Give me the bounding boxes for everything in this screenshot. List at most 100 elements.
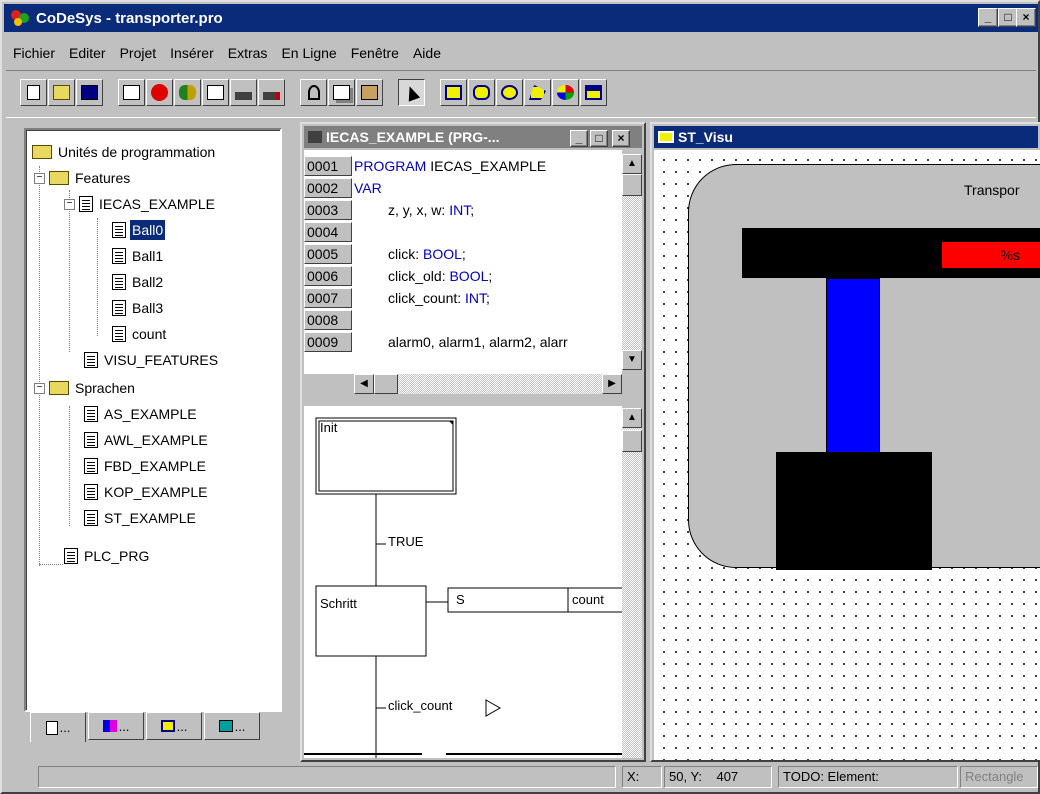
editor-window[interactable]: IECAS_EXAMPLE (PRG-... _ □ × 0001 PROGRA… [300,122,646,762]
project-tree[interactable]: Unités de programmation − Features − IEC… [24,128,282,712]
scroll-thumb[interactable] [622,430,642,452]
restore-button[interactable]: □ [998,8,1018,27]
code-line[interactable]: click_old: BOOL; [388,266,492,286]
tree-item-iecas-example[interactable]: − IECAS_EXAMPLE [64,194,217,214]
tree-item-awl-example[interactable]: AWL_EXAMPLE [84,430,210,450]
visualization-tool-button[interactable] [580,79,607,106]
compile-button[interactable] [118,79,145,106]
tab-pous[interactable]: ... [30,712,86,742]
ellipse-tool-button[interactable] [496,79,523,106]
menu-en-ligne[interactable]: En Ligne [274,42,343,64]
menu-fichier[interactable]: Fichier [6,42,62,64]
tree-item-visu-features[interactable]: VISU_FEATURES [84,350,220,370]
run-button[interactable] [174,79,201,106]
paste-button[interactable] [356,79,383,106]
scroll-down-button[interactable]: ▼ [622,350,642,370]
code-line[interactable]: click: BOOL; [388,244,466,264]
menu-extras[interactable]: Extras [221,42,275,64]
code-line[interactable]: z, y, x, w: INT; [388,200,474,220]
code-line[interactable]: VAR [354,178,382,198]
stop-button[interactable] [146,79,173,106]
tree-item-count[interactable]: count [112,324,168,344]
code-line[interactable]: click_count: INT; [388,288,490,308]
scroll-up-button[interactable]: ▲ [622,154,642,174]
tree-item-ball3[interactable]: Ball3 [112,298,165,318]
pointer-button[interactable] [398,79,425,106]
minimize-button[interactable]: _ [978,8,998,27]
tree-root[interactable]: Unités de programmation [32,142,217,162]
tree-item-st-example[interactable]: ST_EXAMPLE [84,508,198,528]
visualization-canvas[interactable]: Transpor %s [654,150,1040,760]
title-bar[interactable]: CoDeSys - transporter.pro _ □ × [4,4,1038,32]
scroll-left-button[interactable]: ◀ [354,374,374,394]
scroll-up-button[interactable]: ▲ [622,408,642,428]
sfc-diagram [304,417,622,758]
declaration-editor[interactable]: 0001 PROGRAM IECAS_EXAMPLE 0002 VAR 0003… [304,150,622,374]
tab-resources[interactable]: ... [204,712,260,740]
sfc-vertical-scrollbar[interactable]: ▲ [622,408,642,758]
tree-item-kop-example[interactable]: KOP_EXAMPLE [84,482,210,502]
tree-item-ball1[interactable]: Ball1 [112,246,165,266]
tree-item-ball2[interactable]: Ball2 [112,272,165,292]
editor-minimize-button[interactable]: _ [570,130,588,147]
declaration-vertical-scrollbar[interactable]: ▲ ▼ [622,154,642,370]
sfc-pou-icon [79,196,93,212]
tree-connector [69,406,70,526]
breakpoint-button[interactable] [230,79,257,106]
menu-aide[interactable]: Aide [406,42,448,64]
line-number: 0004 [304,222,352,242]
tree-item-ball0[interactable]: Ball0 [112,220,166,240]
sfc-pou-icon [84,406,98,422]
scroll-right-button[interactable]: ▶ [602,374,622,394]
new-icon [27,85,40,100]
keyword: BOOL [423,246,462,262]
transition-label-true: TRUE [388,534,424,549]
code-line[interactable]: alarm0, alarm1, alarm2, alarr [388,332,622,352]
declaration-horizontal-scrollbar[interactable]: ◀ ▶ [354,374,622,394]
login-button[interactable] [258,79,285,106]
collapse-icon[interactable]: − [64,198,75,210]
tree-folder-features[interactable]: − Features [34,168,132,188]
visualization-title-bar[interactable]: ST_Visu [654,126,1038,148]
polygon-tool-button[interactable] [524,79,551,106]
transporter-base-block[interactable] [776,452,932,570]
close-button[interactable]: × [1016,8,1036,27]
editor-close-button[interactable]: × [612,130,630,147]
tree-item-plc-prg[interactable]: PLC_PRG [64,546,151,566]
code-line[interactable]: PROGRAM IECAS_EXAMPLE [354,156,546,176]
sfc-editor[interactable]: Init TRUE Schritt S count click_count [304,406,622,758]
step-label-schritt: Schritt [320,596,357,611]
rectangle-tool-button[interactable] [440,79,467,106]
rectangle-icon [445,85,462,100]
alarm-display[interactable]: %s [942,242,1040,268]
rounded-rectangle-tool-button[interactable] [468,79,495,106]
collapse-icon[interactable]: − [34,172,45,184]
editor-maximize-button[interactable]: □ [590,130,608,147]
tree-connector [39,166,40,566]
menu-editer[interactable]: Editer [62,42,113,64]
open-button[interactable] [48,79,75,106]
line-number: 0007 [304,288,352,308]
menu-projet[interactable]: Projet [113,42,164,64]
save-button[interactable] [76,79,103,106]
action-qualifier-box[interactable] [447,587,569,613]
collapse-icon[interactable]: − [34,382,45,394]
new-button[interactable] [20,79,47,106]
transporter-lift-bar[interactable] [826,278,880,454]
tab-data-types[interactable]: ... [88,712,144,740]
run-icon [179,85,196,100]
scroll-thumb[interactable] [622,174,642,196]
cut-button[interactable] [300,79,327,106]
step-over-button[interactable] [202,79,229,106]
keyword: PROGRAM [354,158,427,174]
tab-visualizations[interactable]: ... [146,712,202,740]
copy-button[interactable] [328,79,355,106]
tree-item-fbd-example[interactable]: FBD_EXAMPLE [84,456,208,476]
visualization-window[interactable]: ST_Visu Transpor %s [650,122,1040,762]
tree-folder-sprachen[interactable]: − Sprachen [34,378,137,398]
menu-inserer[interactable]: Insérer [163,42,221,64]
tree-item-as-example[interactable]: AS_EXAMPLE [84,404,199,424]
menu-fenetre[interactable]: Fenêtre [344,42,406,64]
bitmap-tool-button[interactable] [552,79,579,106]
scroll-thumb[interactable] [374,374,398,394]
